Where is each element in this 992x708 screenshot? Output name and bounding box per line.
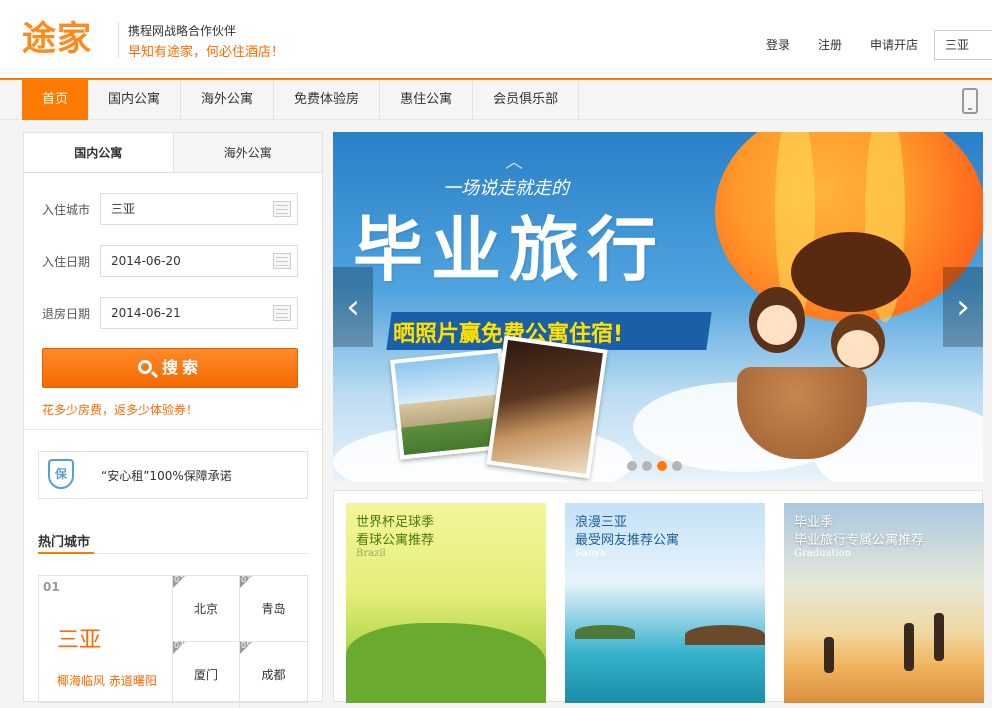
checkout-row: 退房日期 2014-06-21 (42, 297, 298, 329)
crowd-silhouette (346, 623, 546, 703)
water-villa (685, 625, 765, 645)
checkout-input[interactable]: 2014-06-21 (100, 297, 298, 329)
main-nav: 首页 国内公寓 海外公寓 免费体验房 惠住公寓 会员俱乐部 (0, 80, 992, 120)
island (575, 625, 635, 639)
checkout-label: 退房日期 (42, 306, 91, 321)
calendar-icon[interactable] (273, 253, 291, 269)
hot-city-sanya[interactable]: 01 三亚 椰海临风 赤道曙阳 (39, 576, 173, 704)
tujia-logo[interactable]: 途家 (22, 16, 110, 62)
banner-title: 毕业旅行 (353, 208, 665, 291)
nav-domestic[interactable]: 国内公寓 (88, 80, 182, 120)
login-link[interactable]: 登录 (752, 36, 804, 53)
city-rank: 03 (241, 575, 252, 584)
register-link[interactable]: 注册 (804, 36, 856, 53)
city-rank: 04 (174, 641, 185, 650)
nav-member-club[interactable]: 会员俱乐部 (473, 80, 580, 120)
banner-dots (627, 461, 682, 471)
apply-store-link[interactable]: 申请开店 (856, 36, 932, 53)
card-tag: Brazil (356, 548, 386, 559)
card-subtitle: 最受网友推荐公寓 (575, 533, 680, 548)
tab-overseas[interactable]: 海外公寓 (173, 133, 322, 172)
tab-domestic[interactable]: 国内公寓 (24, 133, 174, 172)
header: 途家 携程网战略合作伙伴 早知有途家，何必住酒店！ 登录 注册 申请开店 三亚 (0, 0, 992, 80)
hot-city-xiamen[interactable]: 04 厦门 (173, 641, 240, 708)
card-graduation[interactable]: 毕业季 毕业旅行专属公寓推荐 Graduation (784, 503, 984, 703)
nav-free-trial[interactable]: 免费体验房 (274, 80, 381, 120)
card-sanya[interactable]: 浪漫三亚 最受网友推荐公寓 Sanya (565, 503, 765, 703)
city-tagline: 椰海临风 赤道曙阳 (57, 674, 157, 688)
promo-text[interactable]: 花多少房费，返多少体验券！ (42, 401, 198, 418)
hot-city-qingdao[interactable]: 03 青岛 (240, 575, 307, 642)
hot-city-grid: 01 三亚 椰海临风 赤道曙阳 02 北京 03 青岛 04 厦门 05 成都 (38, 575, 308, 708)
banner-dot-1[interactable] (627, 461, 637, 471)
card-tag: Graduation (794, 548, 852, 559)
balloon-mouth (791, 232, 911, 312)
search-icon (137, 360, 152, 374)
city-list-icon[interactable] (273, 201, 291, 217)
guarantee-text: “安心租”100%保障承诺 (101, 468, 232, 483)
city-input[interactable]: 三亚 (100, 193, 298, 225)
city-label: 入住城市 (42, 202, 91, 217)
person-silhouette (904, 623, 914, 671)
city-selector[interactable]: 三亚 (934, 30, 992, 60)
banner-dot-4[interactable] (672, 461, 682, 471)
card-title: 浪漫三亚 (575, 515, 628, 530)
promo-banner[interactable]: ︿ 一场说走就走的 毕业旅行 晒照片赢免费公寓住宿! ‹ › (333, 132, 983, 482)
shield-icon: 保 (41, 455, 81, 495)
hot-cities-title: 热门城市 (38, 535, 91, 550)
hot-city-chengdu[interactable]: 05 成都 (240, 641, 307, 708)
banner-dot-2[interactable] (642, 461, 652, 471)
calendar-icon[interactable] (273, 305, 291, 321)
card-subtitle: 看球公寓推荐 (356, 533, 435, 548)
city-name: 青岛 (261, 602, 286, 616)
checkout-input-value: 2014-06-21 (111, 306, 181, 320)
cartoon-girl-icon (749, 287, 805, 353)
city-name: 三亚 (57, 628, 102, 653)
logo-divider (118, 22, 119, 58)
shield-badge: 保 (48, 459, 74, 489)
city-rank: 05 (241, 641, 252, 650)
person-silhouette (824, 637, 834, 673)
search-button[interactable]: 搜索 (42, 348, 298, 388)
nav-overseas[interactable]: 海外公寓 (181, 80, 275, 120)
hot-cities-underline (38, 552, 308, 554)
city-name: 成都 (261, 668, 286, 682)
hot-city-beijing[interactable]: 02 北京 (173, 575, 240, 642)
card-subtitle: 毕业旅行专属公寓推荐 (794, 533, 925, 548)
checkin-label: 入住日期 (42, 254, 91, 269)
search-panel: 国内公寓 海外公寓 入住城市 三亚 入住日期 2014-06-20 退房日期 2… (23, 132, 323, 708)
bedroom-photo (486, 335, 608, 479)
card-worldcup[interactable]: 世界杯足球季 看球公寓推荐 Brazil (346, 503, 546, 703)
card-title: 毕业季 (794, 515, 834, 530)
nav-discount[interactable]: 惠住公寓 (380, 80, 474, 120)
city-rank: 01 (43, 580, 60, 594)
guarantee-box[interactable]: 保 “安心租”100%保障承诺 (38, 451, 308, 499)
checkin-input-value: 2014-06-20 (111, 254, 181, 268)
cartoon-boy-icon (831, 314, 885, 370)
person-silhouette (934, 613, 944, 661)
card-tag: Sanya (575, 548, 606, 559)
recommend-cards: 世界杯足球季 看球公寓推荐 Brazil 浪漫三亚 最受网友推荐公寓 Sanya… (333, 490, 984, 703)
city-input-value: 三亚 (111, 202, 136, 216)
banner-next-arrow[interactable]: › (943, 267, 983, 347)
checkin-row: 入住日期 2014-06-20 (42, 245, 298, 277)
banner-prev-arrow[interactable]: ‹ (333, 267, 373, 347)
nav-home[interactable]: 首页 (22, 80, 89, 120)
city-rank: 02 (174, 575, 185, 584)
mobile-phone-icon[interactable] (962, 88, 978, 114)
top-links: 登录 注册 申请开店 (752, 36, 932, 53)
city-name: 北京 (193, 602, 218, 616)
slogan-text: 早知有途家，何必住酒店！ (128, 45, 285, 60)
search-tabs: 国内公寓 海外公寓 (24, 133, 322, 173)
banner-dot-3[interactable] (657, 461, 667, 471)
checkin-input[interactable]: 2014-06-20 (100, 245, 298, 277)
divider (24, 429, 322, 430)
card-title: 世界杯足球季 (356, 515, 435, 530)
search-button-label: 搜索 (161, 358, 202, 377)
bird-icon: ︿ (505, 152, 523, 173)
partner-text: 携程网战略合作伙伴 (128, 24, 237, 38)
city-row: 入住城市 三亚 (42, 193, 298, 225)
city-name: 厦门 (193, 668, 218, 682)
